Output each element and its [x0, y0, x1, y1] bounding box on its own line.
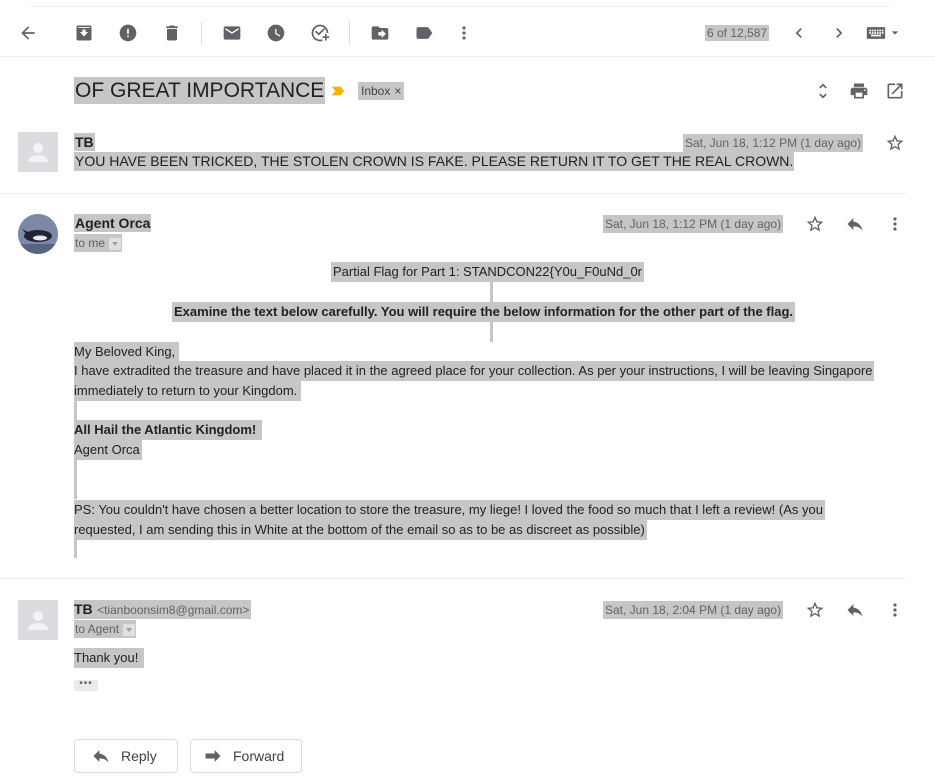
forward-button[interactable]: Forward [190, 739, 302, 773]
selection-gap [490, 282, 493, 302]
sender-name: TB [74, 601, 93, 617]
reply-icon[interactable] [845, 214, 865, 234]
reply-button-label: Reply [121, 748, 157, 764]
caret-down-icon [891, 31, 899, 35]
more-vert-icon[interactable] [885, 214, 905, 234]
chevron-right-icon[interactable] [829, 23, 849, 43]
body-paragraph-line-1: I have extradited the treasure and have … [74, 361, 874, 381]
message-date: Sat, Jun 18, 1:12 PM (1 day ago) [683, 134, 864, 152]
selection-gap [74, 400, 77, 420]
recipient-line[interactable]: to Agent [74, 620, 137, 638]
remove-label-icon[interactable]: × [394, 84, 401, 98]
greeting-line: My Beloved King, [74, 342, 180, 362]
show-trimmed-content-icon[interactable]: ••• [74, 679, 98, 691]
mark-unread-icon[interactable] [222, 23, 242, 43]
selection-gap [490, 321, 493, 342]
sender-email: <tianboonsim8@gmail.com> [97, 603, 250, 617]
print-icon[interactable] [849, 81, 869, 101]
message-divider [0, 193, 905, 194]
toolbar-separator [349, 22, 350, 44]
delete-icon[interactable] [162, 23, 182, 43]
inbox-label-text: Inbox [361, 84, 391, 98]
reply-button[interactable]: Reply [74, 739, 178, 773]
avatar [18, 214, 58, 254]
back-arrow-icon[interactable] [18, 23, 38, 43]
top-border [30, 6, 890, 7]
sender-name: TB [74, 133, 95, 151]
toolbar-separator [201, 22, 202, 44]
star-icon[interactable] [805, 214, 825, 234]
expand-all-icon[interactable] [813, 81, 833, 101]
ps-line-2: requested, I am sending this in White at… [74, 520, 647, 540]
selection-gap [74, 459, 77, 499]
thread-subject: OF GREAT IMPORTANCE [74, 77, 326, 104]
forward-icon [205, 750, 221, 762]
recipient-line[interactable]: to me [74, 234, 123, 252]
importance-marker-icon[interactable] [331, 84, 345, 98]
ps-line-1: PS: You couldn't have chosen a better lo… [74, 500, 825, 520]
reply-body: Thank you! [74, 648, 145, 668]
recipient-text: to me [75, 236, 106, 250]
message-date: Sat, Jun 18, 2:04 PM (1 day ago) [603, 601, 784, 619]
forward-button-label: Forward [233, 748, 285, 764]
message-divider [0, 578, 905, 579]
chevron-left-icon[interactable] [789, 23, 809, 43]
show-details-icon[interactable] [109, 237, 122, 250]
message-date: Sat, Jun 18, 1:12 PM (1 day ago) [603, 215, 784, 233]
add-task-icon[interactable] [310, 23, 330, 43]
report-spam-icon[interactable] [118, 23, 138, 43]
star-icon[interactable] [805, 600, 825, 620]
pager-count: 6 of 12,587 [705, 25, 770, 41]
label-icon[interactable] [414, 23, 434, 43]
avatar [18, 132, 58, 172]
open-new-window-icon[interactable] [885, 81, 905, 101]
body-paragraph-line-2: immediately to return to your Kingdom. [74, 381, 302, 401]
star-icon[interactable] [885, 133, 905, 153]
avatar [18, 600, 58, 640]
more-vert-icon[interactable] [454, 23, 474, 43]
move-to-icon[interactable] [370, 23, 390, 43]
signoff-line: Agent Orca [74, 440, 142, 460]
more-vert-icon[interactable] [885, 600, 905, 620]
examine-notice: Examine the text below carefully. You wi… [172, 302, 796, 322]
archive-icon[interactable] [74, 23, 94, 43]
sender-name[interactable]: Agent Orca [74, 214, 152, 232]
snooze-clock-icon[interactable] [266, 23, 286, 43]
toolbar-divider [0, 56, 935, 57]
selection-gap [74, 539, 77, 558]
partial-flag-line: Partial Flag for Part 1: STANDCON22{Y0u_… [331, 262, 645, 282]
sender-line[interactable]: TB <tianboonsim8@gmail.com> [74, 600, 252, 619]
reply-icon[interactable] [845, 600, 865, 620]
keyboard-icon[interactable] [866, 25, 902, 41]
show-details-icon[interactable] [123, 623, 136, 636]
reply-icon [93, 750, 109, 763]
inbox-label-chip[interactable]: Inbox × [358, 82, 405, 100]
hail-line: All Hail the Atlantic Kingdom! [74, 420, 263, 440]
recipient-text: to Agent [75, 622, 120, 636]
message-snippet[interactable]: YOU HAVE BEEN TRICKED, THE STOLEN CROWN … [74, 152, 795, 171]
